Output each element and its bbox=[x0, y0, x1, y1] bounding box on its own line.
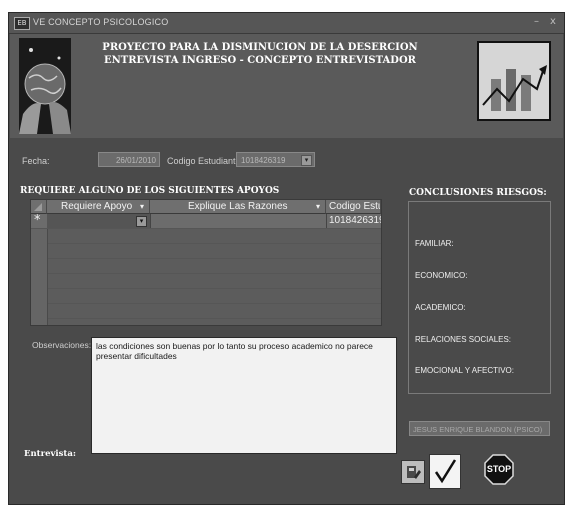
risk-familiar-label: FAMILIAR: bbox=[415, 239, 454, 248]
chevron-down-icon[interactable]: ▾ bbox=[301, 155, 312, 166]
app-window: EB VE CONCEPTO PSICOLOGICO – x PROYECTO … bbox=[8, 12, 565, 505]
minimize-button[interactable]: – bbox=[534, 16, 539, 27]
table-row bbox=[31, 229, 381, 244]
column-header-label: Requiere Apoyo bbox=[61, 201, 133, 212]
close-button[interactable]: x bbox=[550, 16, 556, 27]
app-icon: EB bbox=[14, 17, 30, 30]
table-row bbox=[31, 274, 381, 289]
fecha-label: Fecha: bbox=[22, 156, 50, 166]
explique-razones-cell[interactable] bbox=[150, 214, 327, 228]
growth-chart-logo bbox=[477, 41, 551, 121]
grid-corner-header[interactable] bbox=[31, 200, 47, 214]
window-title: VE CONCEPTO PSICOLOGICO bbox=[33, 17, 169, 27]
table-row bbox=[31, 304, 381, 319]
column-header-requiere-apoyo[interactable]: Requiere Apoyo ▾ bbox=[47, 200, 150, 214]
globe-hands-image bbox=[19, 38, 71, 134]
risk-emocional-afectivo-label: EMOCIONAL Y AFECTIVO: bbox=[415, 366, 514, 375]
apoyos-section-title: REQUIERE ALGUNO DE LOS SIGUIENTES APOYOS bbox=[20, 186, 280, 196]
header-title-line2: ENTREVISTA INGRESO - CONCEPTO ENTREVISTA… bbox=[104, 55, 416, 66]
observaciones-label: Observaciones: bbox=[32, 340, 92, 350]
title-bar: EB VE CONCEPTO PSICOLOGICO – x bbox=[9, 13, 564, 34]
edit-icon bbox=[407, 466, 421, 479]
risk-relaciones-sociales-label: RELACIONES SOCIALES: bbox=[415, 335, 512, 344]
row-selector-column bbox=[31, 229, 48, 325]
edit-button[interactable] bbox=[401, 460, 425, 484]
checkmark-icon bbox=[434, 459, 457, 484]
column-header-explique-razones[interactable]: Explique Las Razones ▾ bbox=[150, 200, 326, 214]
apoyos-grid[interactable]: Requiere Apoyo ▾ Explique Las Razones ▾ … bbox=[30, 199, 382, 326]
codigo-estudiante-label: Codigo Estudiante: bbox=[167, 156, 244, 166]
entrevista-label: Entrevista: bbox=[24, 449, 76, 459]
codigo-estudiante-combo[interactable]: 1018426319 ▾ bbox=[236, 152, 315, 167]
requiere-apoyo-cell[interactable]: ▾ bbox=[47, 214, 151, 228]
column-header-label: Codigo Estudiant bbox=[329, 201, 380, 212]
sort-dropdown-icon[interactable]: ▾ bbox=[140, 200, 144, 214]
sort-dropdown-icon[interactable]: ▾ bbox=[316, 200, 320, 214]
entrevistador-field[interactable]: JESUS ENRIQUE BLANDON (PSICO) bbox=[409, 421, 550, 436]
column-header-label: Explique Las Razones bbox=[188, 201, 288, 212]
risk-economico-label: ECONOMICO: bbox=[415, 271, 468, 280]
new-row-marker: * bbox=[34, 213, 41, 228]
table-row bbox=[31, 259, 381, 274]
header-banner: PROYECTO PARA LA DISMINUCION DE LA DESER… bbox=[10, 34, 563, 138]
codigo-estudiante-cell[interactable]: 1018426319 bbox=[329, 215, 381, 226]
conclusiones-riesgos-title: CONCLUSIONES RIESGOS: bbox=[409, 188, 547, 198]
observaciones-textarea[interactable]: las condiciones son buenas por lo tanto … bbox=[91, 337, 397, 454]
stop-button[interactable]: STOP bbox=[484, 453, 514, 486]
header-title: PROYECTO PARA LA DISMINUCION DE LA DESER… bbox=[100, 41, 420, 67]
conclusiones-riesgos-panel: FAMILIAR: ECONOMICO: ACADEMICO: RELACION… bbox=[408, 201, 551, 394]
table-row bbox=[31, 289, 381, 304]
stop-button-label: STOP bbox=[486, 464, 512, 474]
risk-academico-label: ACADEMICO: bbox=[415, 303, 466, 312]
chevron-down-icon[interactable]: ▾ bbox=[136, 216, 147, 227]
header-title-line1: PROYECTO PARA LA DISMINUCION DE LA DESER… bbox=[102, 42, 418, 53]
fecha-field[interactable]: 26/01/2010 bbox=[98, 152, 160, 167]
accept-button[interactable] bbox=[429, 454, 461, 489]
column-header-codigo-estudiante[interactable]: Codigo Estudiant bbox=[326, 200, 381, 214]
codigo-estudiante-value: 1018426319 bbox=[241, 156, 286, 165]
table-row bbox=[31, 244, 381, 259]
table-row[interactable]: * ▾ 1018426319 bbox=[31, 213, 381, 229]
